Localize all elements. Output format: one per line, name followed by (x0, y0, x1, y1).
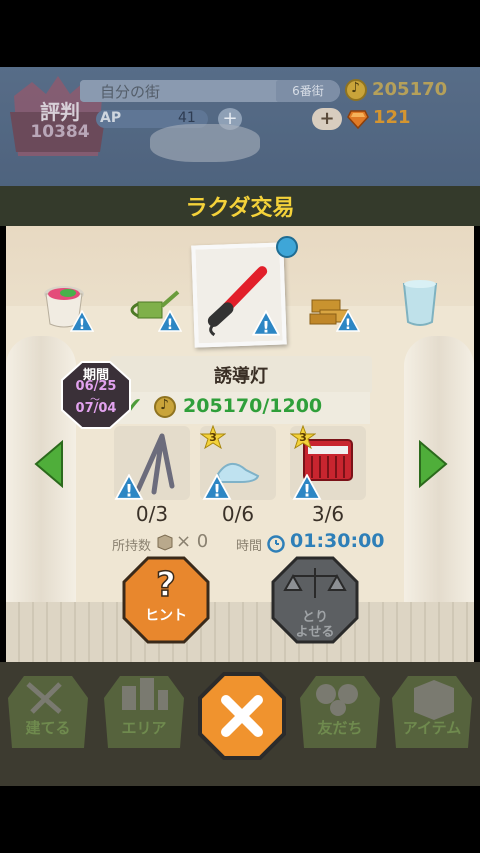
warning-icon: ! (252, 310, 280, 336)
prev-arrow-button[interactable] (34, 440, 64, 488)
pin-icon (276, 236, 298, 258)
timer-icon (267, 535, 285, 553)
box-icon (414, 680, 454, 720)
nav-build-button[interactable] (4, 668, 92, 756)
svg-text:!: ! (345, 317, 351, 332)
nav-friends-button[interactable] (296, 668, 384, 756)
bottom-black-strip (0, 786, 480, 853)
warning-icon: ! (336, 310, 360, 332)
nav-items-button[interactable] (388, 668, 476, 756)
svg-text:!: ! (167, 317, 173, 332)
coin-count: 205170 (372, 79, 448, 100)
price-text: 205170/1200 (183, 395, 323, 417)
owned-value: × 0 (176, 531, 209, 552)
nav-build-label: 建てる (25, 719, 71, 737)
time-label: 時間 (236, 539, 263, 554)
coin-icon (345, 79, 367, 101)
svg-text:!: ! (262, 317, 269, 336)
star-rank: 3 (299, 431, 307, 444)
floor-background (6, 602, 474, 662)
owned-label: 所持数 (112, 539, 152, 554)
star-rank: 3 (209, 431, 217, 444)
svg-text:!: ! (213, 481, 221, 500)
ap-label: AP (100, 110, 122, 126)
reputation-value: 10384 (30, 122, 90, 142)
nav-area-button[interactable] (100, 668, 188, 756)
nav-area-label: エリア (121, 719, 167, 737)
warning-icon: ! (202, 474, 232, 500)
next-arrow-button[interactable] (418, 440, 448, 488)
period-end: 07/04 (75, 401, 117, 416)
gem-count: 121 (373, 107, 411, 128)
warning-icon: ! (158, 310, 182, 332)
svg-text:!: ! (79, 317, 85, 332)
material-count: 0/3 (135, 502, 169, 526)
nav-friends-label: 友だち (317, 719, 363, 737)
hint-button[interactable]: ? (122, 556, 210, 644)
material-count: 0/6 (221, 502, 255, 526)
coin-icon (154, 396, 176, 418)
close-button[interactable] (198, 672, 286, 760)
box-icon (157, 534, 173, 551)
gem-icon (347, 110, 369, 130)
svg-text:!: ! (303, 481, 311, 500)
question-icon: ? (156, 565, 176, 605)
warning-icon: ! (70, 310, 94, 332)
warning-icon: ! (292, 474, 322, 500)
modal-title: ラクダ交易 (185, 196, 295, 221)
blimp-decoration (150, 124, 260, 162)
trade-label-line2: よせる (295, 625, 335, 640)
material-count: 3/6 (311, 502, 345, 526)
svg-text:!: ! (125, 481, 133, 500)
time-value: 01:30:00 (290, 530, 385, 552)
warning-icon: ! (114, 474, 144, 500)
nav-items-label: アイテム (402, 719, 462, 737)
item-name: 誘導灯 (214, 366, 268, 387)
glass-cup-item[interactable] (392, 278, 450, 338)
town-tag: 6番街 (276, 80, 340, 102)
gem-plus-button[interactable]: + (312, 108, 342, 130)
town-name: 自分の街 (100, 83, 161, 101)
hint-label: ヒント (145, 608, 187, 624)
